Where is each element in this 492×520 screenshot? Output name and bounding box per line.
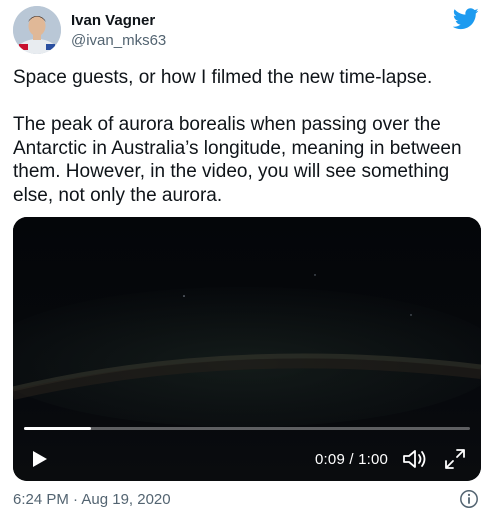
tweet-text: Space guests, or how I filmed the new ti… [13,66,479,207]
video-player[interactable]: 0:09 / 1:00 [13,217,481,481]
avatar[interactable] [13,6,61,54]
astronaut-avatar-icon [13,6,61,54]
info-icon[interactable] [459,489,479,509]
tweet-timestamp[interactable]: 6:24 PM · Aug 19, 2020 [13,491,171,509]
video-frame [13,217,481,481]
author-name[interactable]: Ivan Vagner [71,12,166,30]
volume-icon[interactable] [401,447,429,471]
tweet-footer: 6:24 PM · Aug 19, 2020 [13,489,481,511]
video-time-display: 0:09 / 1:00 [315,451,389,468]
author-info: Ivan Vagner @ivan_mks63 [71,12,166,50]
tweet-header: Ivan Vagner @ivan_mks63 [13,6,479,54]
tweet-paragraph: The peak of aurora borealis when passing… [13,114,462,206]
twitter-bird-icon[interactable] [453,8,479,30]
play-icon[interactable] [27,447,51,471]
author-handle[interactable]: @ivan_mks63 [71,32,166,50]
tweet-paragraph: Space guests, or how I filmed the new ti… [13,67,433,88]
video-progress-fill [24,427,91,430]
fullscreen-icon[interactable] [443,447,467,471]
video-progress-bar[interactable] [24,427,470,430]
